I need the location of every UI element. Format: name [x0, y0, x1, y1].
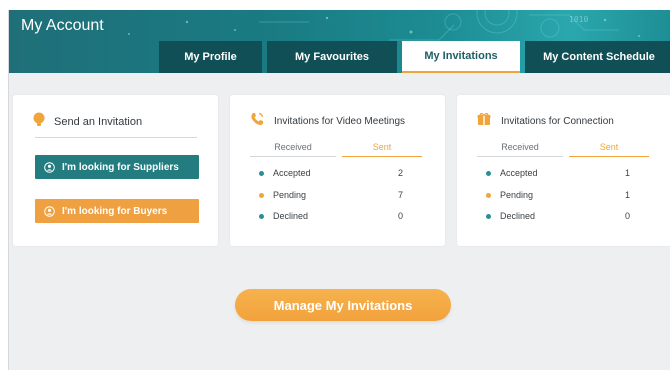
- status-count: 1: [624, 168, 630, 178]
- status-count: 7: [397, 190, 403, 200]
- tab-my-content-schedule[interactable]: My Content Schedule: [525, 41, 670, 73]
- tab-my-favourites[interactable]: My Favourites: [267, 41, 397, 73]
- svg-text:1010: 1010: [569, 15, 588, 24]
- manage-invitations-button[interactable]: Manage My Invitations: [235, 289, 451, 321]
- status-count: 0: [624, 211, 630, 221]
- suppliers-label: I'm looking for Suppliers: [62, 161, 179, 173]
- status-label: Accepted: [273, 168, 311, 178]
- status-dot: [486, 170, 491, 176]
- send-invitation-card: Send an Invitation I'm looking for Suppl…: [13, 95, 218, 246]
- status-dot: [259, 170, 264, 176]
- page-title: My Account: [21, 17, 104, 34]
- list-item-accepted: Accepted 1: [486, 166, 636, 180]
- tab-my-invitations[interactable]: My Invitations: [402, 41, 520, 73]
- connection-title: Invitations for Connection: [501, 116, 614, 127]
- phone-icon: [250, 112, 264, 131]
- gift-icon: [477, 112, 491, 131]
- tab-my-profile[interactable]: My Profile: [159, 41, 262, 73]
- user-circle-icon: [44, 205, 55, 217]
- send-invitation-title: Send an Invitation: [54, 116, 143, 128]
- status-count: 1: [624, 190, 630, 200]
- status-label: Accepted: [500, 168, 538, 178]
- status-dot: [259, 192, 264, 198]
- tab-received[interactable]: Received: [250, 142, 336, 157]
- video-meetings-header: Invitations for Video Meetings: [250, 112, 405, 131]
- connection-card: Invitations for Connection Received Sent…: [457, 95, 670, 246]
- video-meetings-subtabs: Received Sent: [250, 142, 422, 157]
- looking-for-buyers-button[interactable]: I'm looking for Buyers: [35, 199, 199, 223]
- tab-sent[interactable]: Sent: [569, 142, 649, 157]
- looking-for-suppliers-button[interactable]: I'm looking for Suppliers: [35, 155, 199, 179]
- status-count: 2: [397, 168, 403, 178]
- user-circle-icon: [44, 161, 55, 173]
- video-meetings-card: Invitations for Video Meetings Received …: [230, 95, 445, 246]
- account-header: 1010 My Account My Profile My Favourites…: [9, 10, 670, 73]
- buyers-label: I'm looking for Buyers: [62, 205, 168, 217]
- tab-received[interactable]: Received: [477, 142, 563, 157]
- status-dot: [486, 192, 491, 198]
- connection-subtabs: Received Sent: [477, 142, 649, 157]
- list-item-accepted: Accepted 2: [259, 166, 409, 180]
- account-tabs: My Profile My Favourites My Invitations …: [159, 41, 670, 73]
- connection-header: Invitations for Connection: [477, 112, 614, 131]
- page-frame: 1010 My Account My Profile My Favourites…: [8, 10, 670, 370]
- list-item-pending: Pending 1: [486, 188, 636, 202]
- status-label: Declined: [500, 211, 536, 221]
- status-label: Pending: [273, 190, 307, 200]
- divider: [35, 137, 197, 138]
- video-meetings-title: Invitations for Video Meetings: [274, 116, 406, 127]
- status-count: 0: [397, 211, 403, 221]
- status-dot: [486, 213, 491, 219]
- status-label: Pending: [500, 190, 534, 200]
- tab-sent[interactable]: Sent: [342, 142, 422, 157]
- lightbulb-icon: [33, 112, 45, 132]
- list-item-declined: Declined 0: [259, 209, 409, 223]
- list-item-declined: Declined 0: [486, 209, 636, 223]
- status-label: Declined: [273, 211, 309, 221]
- status-dot: [259, 213, 264, 219]
- list-item-pending: Pending 7: [259, 188, 409, 202]
- send-invitation-header: Send an Invitation: [33, 112, 142, 132]
